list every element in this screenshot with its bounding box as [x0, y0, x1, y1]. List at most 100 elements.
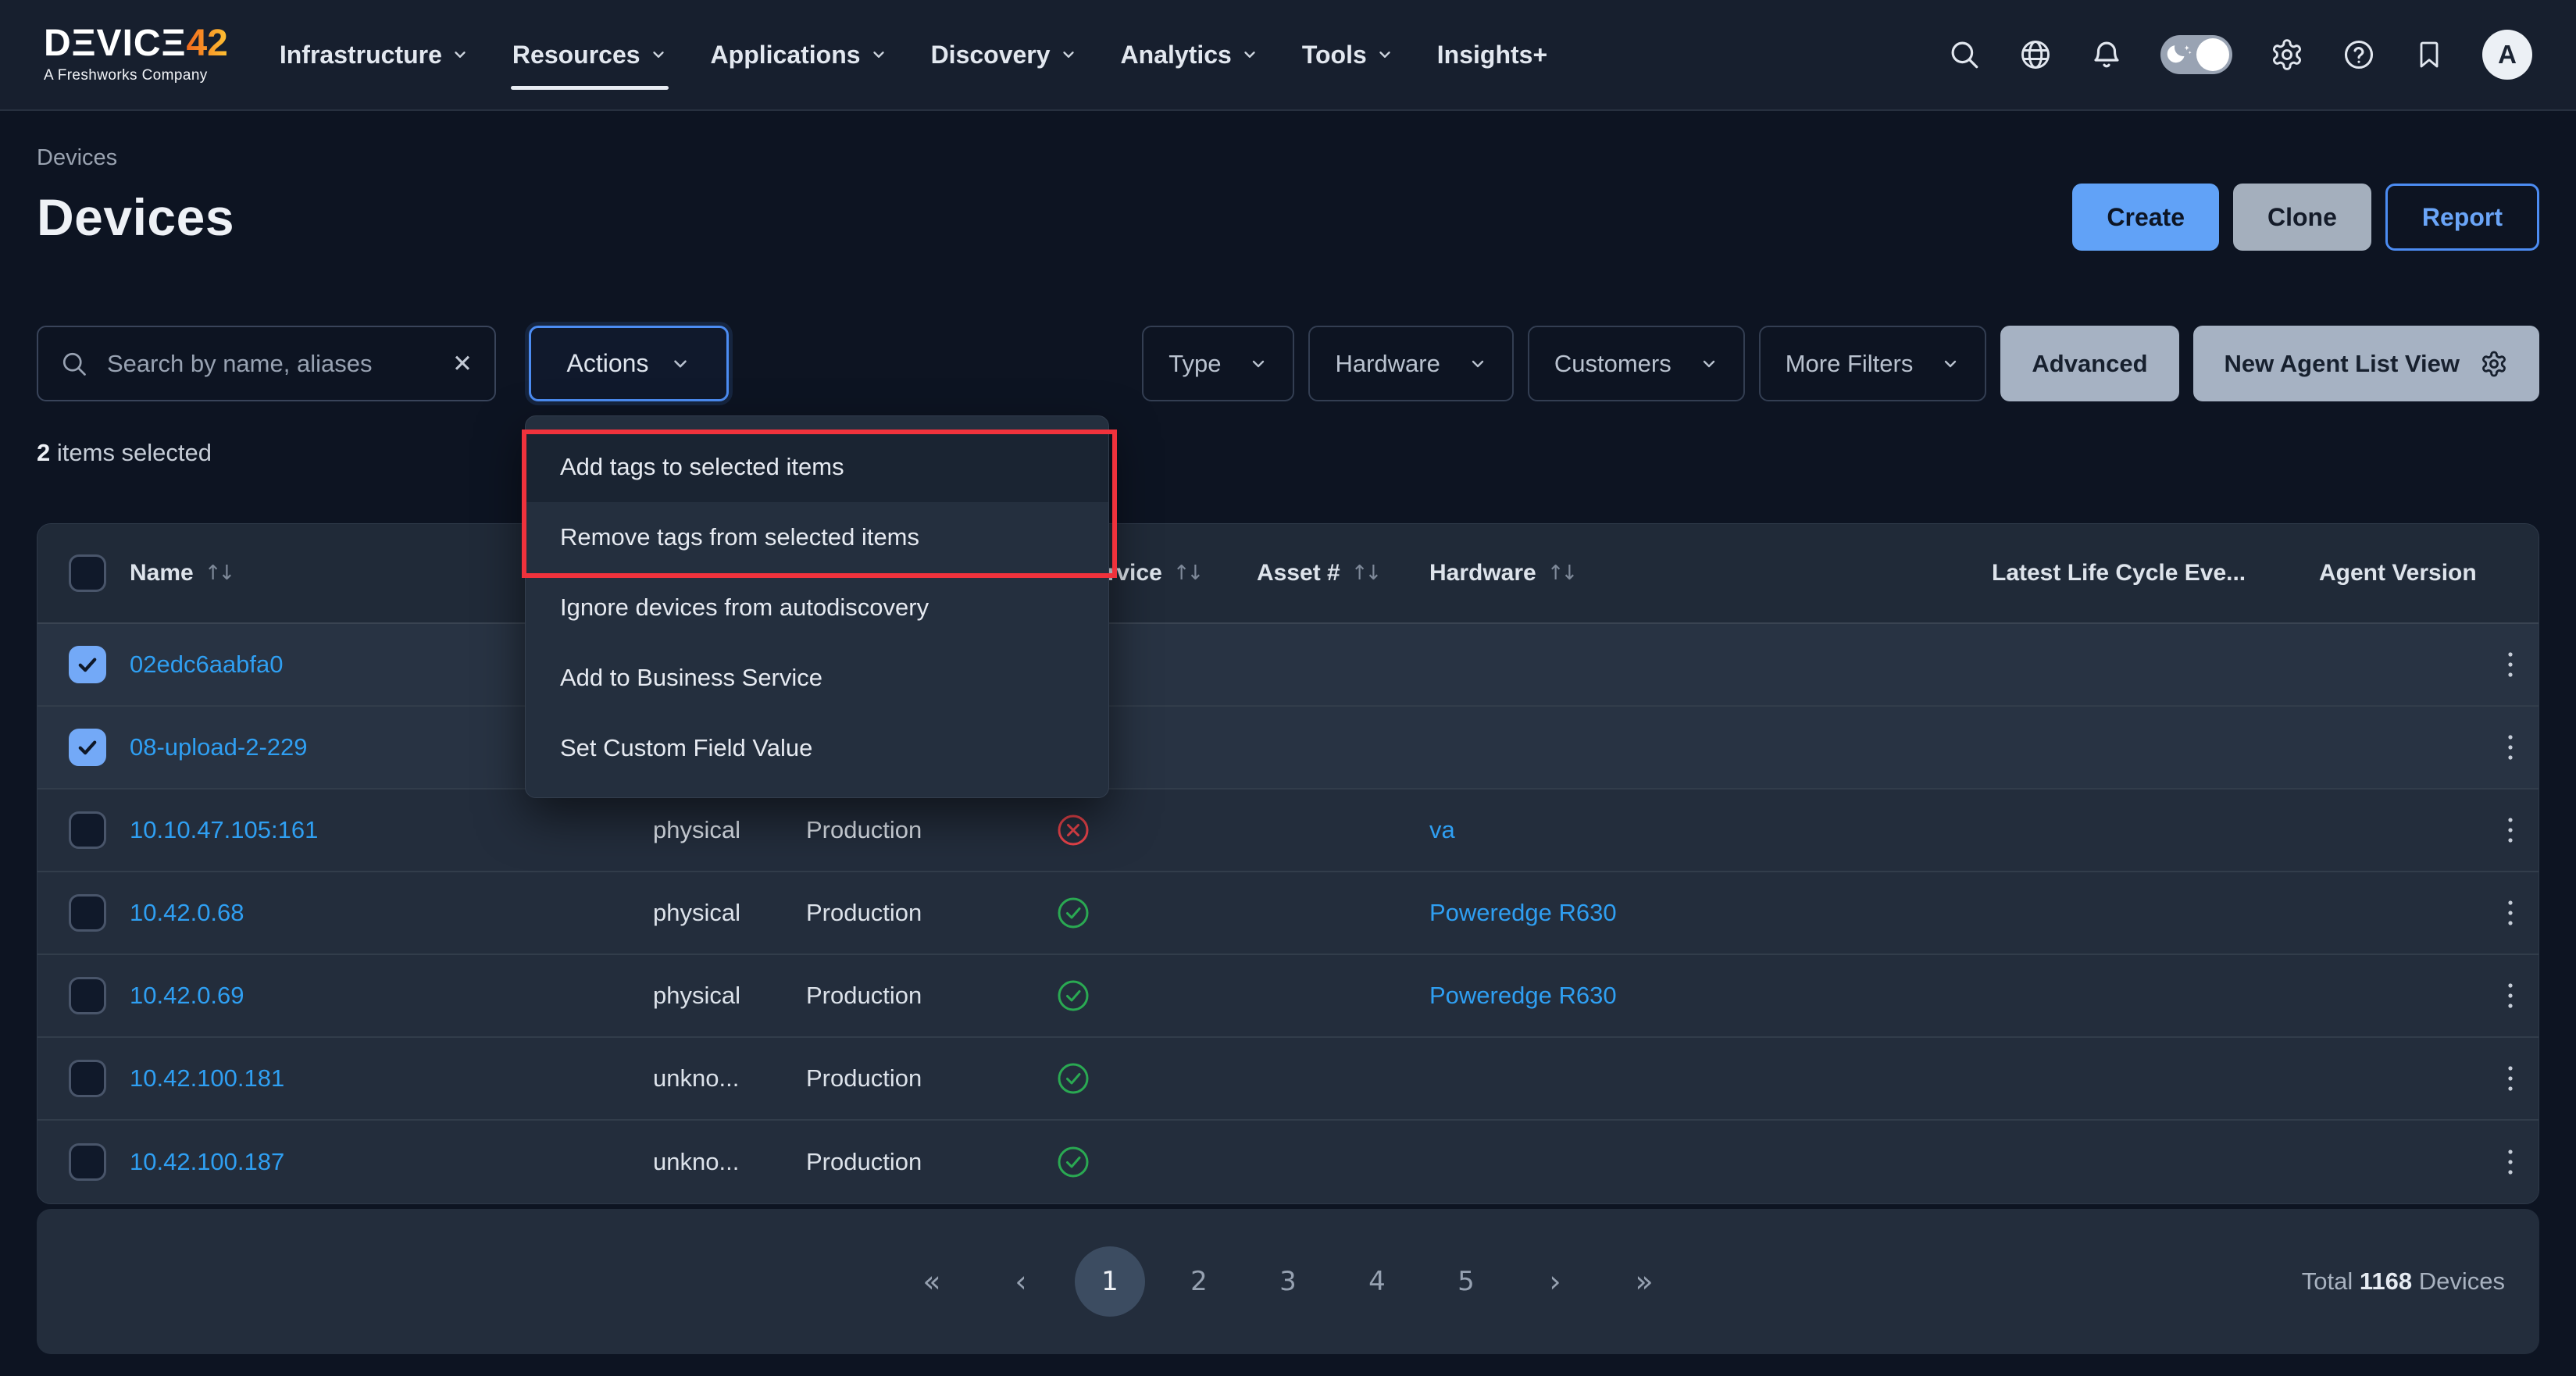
filter-dropdown[interactable]: Hardware [1308, 326, 1513, 401]
device-name-link[interactable]: 10.42.100.181 [130, 1064, 284, 1092]
chevron-down-icon [451, 46, 469, 63]
device-name-link[interactable]: 10.10.47.105:161 [130, 816, 318, 843]
in-service-no-icon [1056, 813, 1090, 847]
brand-logo[interactable]: DΞVICΞ42 A Freshworks Company [44, 25, 228, 84]
bookmarks-button[interactable] [2414, 39, 2445, 70]
notifications-button[interactable] [2090, 38, 2123, 71]
row-menu-button[interactable] [2501, 891, 2520, 935]
actions-dropdown-button[interactable]: Actions [529, 326, 729, 401]
clear-search-icon[interactable]: ✕ [452, 350, 473, 378]
menu-item[interactable]: Set Custom Field Value [526, 713, 1108, 783]
nav-item-label: Discovery [931, 41, 1051, 70]
select-all-checkbox[interactable] [69, 554, 106, 592]
hardware-link[interactable]: va [1429, 816, 1455, 843]
hardware-link[interactable]: Poweredge R630 [1429, 982, 1617, 1009]
pagination-prev[interactable]: ‹ [986, 1246, 1056, 1317]
nav-item[interactable]: Resources [512, 28, 667, 82]
column-header-label: Asset # [1257, 560, 1340, 586]
column-header[interactable]: Hardware ↑↓ [1429, 560, 1992, 586]
breadcrumb[interactable]: Devices [37, 145, 117, 171]
nav-item-label: Tools [1302, 41, 1367, 70]
nav-item[interactable]: Tools [1302, 28, 1393, 82]
row-menu-button[interactable] [2501, 974, 2520, 1018]
filter-bar: Type Hardware Customers More Filters [1142, 326, 2539, 401]
search-input[interactable] [105, 349, 435, 379]
new-agent-list-view-label: New Agent List View [2225, 350, 2460, 378]
row-menu-cell [2481, 974, 2539, 1018]
sort-icon[interactable]: ↑↓ [1351, 561, 1379, 585]
pagination-page[interactable]: 2 [1164, 1246, 1234, 1317]
row-checkbox[interactable] [69, 729, 106, 766]
actions-button-label: Actions [567, 349, 649, 378]
row-menu-button[interactable] [2501, 1140, 2520, 1184]
device-name-link[interactable]: 02edc6aabfa0 [130, 651, 284, 678]
pagination-page[interactable]: 3 [1253, 1246, 1323, 1317]
filter-dropdown[interactable]: Customers [1528, 326, 1745, 401]
create-button[interactable]: Create [2072, 184, 2219, 251]
logo-text: DΞVICΞ42 [44, 25, 228, 62]
column-header[interactable]: Asset # ↑↓ [1257, 560, 1429, 586]
row-menu-button[interactable] [2501, 725, 2520, 769]
language-globe-button[interactable] [2018, 37, 2053, 72]
nav-item-label: Resources [512, 41, 640, 70]
nav-item-label: Applications [711, 41, 861, 70]
column-header[interactable]: Agent Version [2319, 560, 2481, 586]
menu-item[interactable]: Add tags to selected items [526, 432, 1108, 502]
kebab-icon [2506, 647, 2515, 682]
pagination-page[interactable]: 5 [1431, 1246, 1501, 1317]
sort-icon[interactable]: ↑↓ [1173, 561, 1201, 585]
device-name-link[interactable]: 10.42.0.69 [130, 982, 244, 1009]
nav-item[interactable]: Analytics [1121, 28, 1258, 82]
row-checkbox[interactable] [69, 811, 106, 849]
nav-item[interactable]: Applications [711, 28, 887, 82]
row-menu-button[interactable] [2501, 808, 2520, 852]
in-service-cell [1051, 979, 1257, 1013]
row-checkbox[interactable] [69, 1060, 106, 1097]
nav-item[interactable]: Insights+ [1437, 28, 1547, 82]
global-search-button[interactable] [1948, 38, 1981, 71]
chevron-down-icon [1249, 355, 1268, 373]
nav-item[interactable]: Discovery [931, 28, 1077, 82]
column-header[interactable]: Latest Life Cycle Eve... [1992, 560, 2319, 586]
pagination-page[interactable]: 1 [1075, 1246, 1145, 1317]
search-icon [1948, 38, 1981, 71]
kebab-icon [2506, 1145, 2515, 1179]
row-checkbox[interactable] [69, 646, 106, 683]
pagination-page[interactable]: 4 [1342, 1246, 1412, 1317]
chevron-down-icon [1700, 355, 1718, 373]
menu-item[interactable]: Ignore devices from autodiscovery [526, 572, 1108, 643]
device-name-link[interactable]: 10.42.100.187 [130, 1148, 284, 1175]
sort-icon[interactable]: ↑↓ [205, 561, 233, 585]
filter-dropdown[interactable]: More Filters [1759, 326, 1987, 401]
report-button[interactable]: Report [2385, 184, 2539, 251]
search-box[interactable]: ✕ [37, 326, 496, 401]
help-button[interactable] [2342, 37, 2376, 72]
row-menu-button[interactable] [2501, 1057, 2520, 1100]
clone-button[interactable]: Clone [2233, 184, 2371, 251]
search-icon [60, 350, 88, 378]
device-name-link[interactable]: 10.42.0.68 [130, 899, 244, 926]
settings-button[interactable] [2270, 37, 2304, 72]
pagination-next[interactable]: › [1520, 1246, 1590, 1317]
row-checkbox-cell [37, 646, 130, 683]
user-avatar[interactable]: A [2482, 30, 2532, 80]
theme-toggle[interactable] [2160, 35, 2232, 74]
new-agent-list-view-button[interactable]: New Agent List View [2193, 326, 2539, 401]
menu-item[interactable]: Add to Business Service [526, 643, 1108, 713]
pagination-last[interactable]: » [1609, 1246, 1679, 1317]
in-service-yes-icon [1056, 979, 1090, 1013]
sort-icon[interactable]: ↑↓ [1547, 561, 1575, 585]
hardware-link[interactable]: Poweredge R630 [1429, 899, 1617, 926]
advanced-filters-button[interactable]: Advanced [2000, 326, 2178, 401]
nav-item[interactable]: Infrastructure [280, 28, 469, 82]
row-checkbox[interactable] [69, 1143, 106, 1181]
pagination-first[interactable]: « [897, 1246, 967, 1317]
in-service-yes-icon [1056, 896, 1090, 930]
row-checkbox[interactable] [69, 894, 106, 932]
total-prefix: Total [2302, 1267, 2353, 1295]
menu-item[interactable]: Remove tags from selected items [526, 502, 1108, 572]
row-checkbox[interactable] [69, 977, 106, 1014]
row-menu-button[interactable] [2501, 643, 2520, 686]
device-name-link[interactable]: 08-upload-2-229 [130, 733, 308, 761]
filter-dropdown[interactable]: Type [1142, 326, 1294, 401]
